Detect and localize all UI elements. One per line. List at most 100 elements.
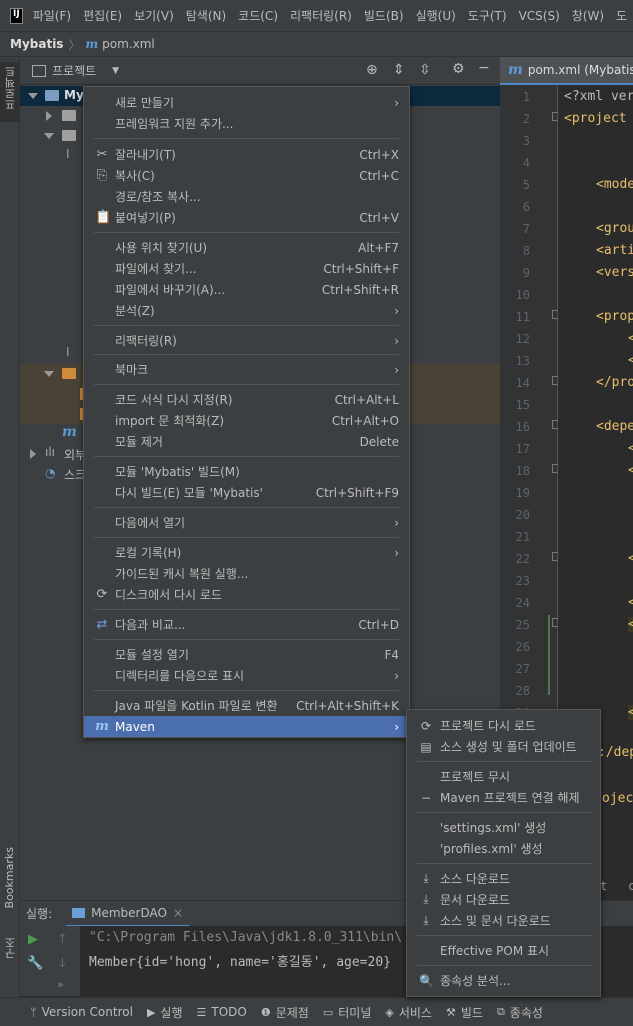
menu-view[interactable]: 보기(V) — [134, 7, 174, 24]
tool-dependencies[interactable]: ⧉ 종속성 — [497, 1004, 543, 1021]
bookmarks-tool-label[interactable]: Bookmarks — [3, 847, 16, 908]
module-folder-icon — [45, 90, 59, 101]
menu-refactor-label: 리팩터링(R) — [115, 334, 177, 348]
collapse-all-icon[interactable]: ⇳ — [419, 62, 431, 78]
menu-compare-with[interactable]: ⇄ 다음과 비교... Ctrl+D — [84, 614, 409, 635]
menu-separator — [94, 537, 399, 538]
hide-panel-icon[interactable]: − — [478, 60, 490, 76]
expand-arrow-icon[interactable] — [44, 371, 54, 377]
maven-reload-project[interactable]: ⟳ 프로젝트 다시 로드 — [407, 715, 600, 736]
menu-copy[interactable]: ⎘ 복사(C) Ctrl+C — [84, 165, 409, 186]
maven-download-both[interactable]: ⤓ 소스 및 문서 다운로드 — [407, 910, 600, 931]
code-line-14: </pro — [596, 375, 633, 390]
menu-paste[interactable]: 📋 붙여넣기(P) Ctrl+V — [84, 207, 409, 228]
maven-create-settings[interactable]: 'settings.xml' 생성 — [407, 817, 600, 838]
line-number: 22 — [515, 552, 530, 566]
menu-remove-module[interactable]: 모듈 제거 Delete — [84, 431, 409, 452]
menu-rebuild-module[interactable]: 다시 빌드(E) 모듈 'Mybatis' Ctrl+Shift+F9 — [84, 482, 409, 503]
menu-reformat[interactable]: 코드 서식 다시 지정(R) Ctrl+Alt+L — [84, 389, 409, 410]
maven-download-sources[interactable]: ⤓ 소스 다운로드 — [407, 868, 600, 889]
close-icon[interactable]: × — [173, 906, 183, 920]
menu-window[interactable]: 창(W) — [572, 7, 604, 24]
code-line-25: < — [628, 617, 633, 632]
wrench-icon[interactable]: 🔧 — [27, 956, 43, 971]
rerun-icon[interactable]: ▶ — [28, 932, 38, 947]
maven-create-profiles[interactable]: 'profiles.xml' 생성 — [407, 838, 600, 859]
menu-optimize-imports[interactable]: import 문 최적화(Z) Ctrl+Alt+O — [84, 410, 409, 431]
menu-refactor[interactable]: 리팩터링(R) › — [84, 330, 409, 351]
more-icon[interactable]: » — [57, 978, 64, 991]
project-panel-title[interactable]: 프로젝트 — [52, 62, 96, 79]
tool-services-label: 서비스 — [398, 1005, 432, 1020]
tool-services[interactable]: ◈ 서비스 — [385, 1004, 432, 1021]
editor-tab-pom[interactable]: m pom.xml (Mybatis) — [500, 57, 633, 85]
breadcrumb-file[interactable]: pom.xml — [102, 37, 155, 51]
menu-open-in[interactable]: 다음에서 열기 › — [84, 512, 409, 533]
menu-bookmarks[interactable]: 북마크 › — [84, 359, 409, 380]
menu-repair-cache[interactable]: 가이드된 캐시 복원 실행... — [84, 563, 409, 584]
menu-cut[interactable]: ✂ 잘라내기(T) Ctrl+X — [84, 144, 409, 165]
down-arrow-icon[interactable]: ↓ — [57, 956, 68, 971]
menu-add-framework[interactable]: 프레임워크 지원 추가... — [84, 113, 409, 134]
collapse-arrow-icon[interactable] — [46, 111, 52, 121]
breadcrumb-project[interactable]: Mybatis — [10, 37, 63, 51]
intellij-logo-icon[interactable]: IJ — [10, 7, 23, 24]
expand-arrow-icon[interactable] — [28, 93, 38, 99]
paste-icon: 📋 — [95, 210, 112, 225]
project-tool-button[interactable]: 프로젝트 — [0, 62, 19, 122]
locate-file-icon[interactable]: ⊕ — [366, 62, 378, 78]
tool-run[interactable]: ▶ 실행 — [147, 1004, 183, 1021]
line-number: 3 — [522, 134, 530, 148]
menu-paste-label: 붙여넣기(P) — [115, 211, 176, 225]
maven-generate-sources[interactable]: ▤ 소스 생성 및 폴더 업데이트 — [407, 736, 600, 757]
menu-file[interactable]: 파일(F) — [33, 7, 71, 24]
structure-tool-label[interactable]: 구조 — [3, 937, 19, 959]
menu-local-history[interactable]: 로컬 기록(H) › — [84, 542, 409, 563]
menu-run[interactable]: 실행(U) — [416, 7, 456, 24]
maven-effective-pom[interactable]: Effective POM 표시 — [407, 940, 600, 961]
maven-download-docs[interactable]: ⤓ 문서 다운로드 — [407, 889, 600, 910]
menu-vcs[interactable]: VCS(S) — [519, 9, 560, 23]
menu-maven[interactable]: m Maven › — [84, 716, 409, 737]
maven-unlink-project[interactable]: − Maven 프로젝트 연결 해제 — [407, 787, 600, 808]
gear-icon[interactable]: ⚙ — [452, 61, 465, 77]
menu-navigate[interactable]: 탐색(N) — [186, 7, 226, 24]
line-number: 5 — [522, 178, 530, 192]
menu-build-module[interactable]: 모듈 'Mybatis' 빌드(M) — [84, 461, 409, 482]
up-arrow-icon[interactable]: ↑ — [57, 932, 68, 947]
expand-all-icon[interactable]: ⇕ — [393, 62, 405, 78]
expand-arrow-icon[interactable] — [44, 133, 54, 139]
menu-replace-in-files[interactable]: 파일에서 바꾸기(A)... Ctrl+Shift+R — [84, 279, 409, 300]
maven-analyze-dependencies[interactable]: 🔍 종속성 분석... — [407, 970, 600, 991]
menu-find-usages[interactable]: 사용 위치 찾기(U) Alt+F7 — [84, 237, 409, 258]
menu-optimize-imports-shortcut: Ctrl+Alt+O — [331, 413, 399, 428]
menu-tools[interactable]: 도구(T) — [468, 7, 507, 24]
menu-build[interactable]: 빌드(B) — [364, 7, 404, 24]
menu-refactor[interactable]: 리팩터링(R) — [290, 7, 352, 24]
menu-separator — [94, 384, 399, 385]
tool-todo[interactable]: ☰ TODO — [197, 1005, 247, 1019]
collapse-arrow-icon[interactable] — [30, 449, 36, 459]
tree-fragment: I — [66, 147, 70, 161]
reload-icon: ⟳ — [96, 587, 108, 602]
menu-edit[interactable]: 편집(E) — [83, 7, 122, 24]
menu-reload-from-disk[interactable]: ⟳ 디스크에서 다시 로드 — [84, 584, 409, 605]
menu-analyze[interactable]: 분석(Z) › — [84, 300, 409, 321]
line-number: 15 — [515, 398, 530, 412]
tool-problems[interactable]: ❶ 문제점 — [261, 1004, 309, 1021]
menu-code[interactable]: 코드(C) — [238, 7, 278, 24]
chevron-down-icon[interactable]: ▼ — [112, 66, 119, 76]
menu-find-in-files[interactable]: 파일에서 찾기... Ctrl+Shift+F — [84, 258, 409, 279]
menu-convert-kotlin[interactable]: Java 파일을 Kotlin 파일로 변환 Ctrl+Alt+Shift+K — [84, 695, 409, 716]
submenu-arrow-icon: › — [394, 515, 399, 530]
tool-terminal[interactable]: ▭ 터미널 — [323, 1004, 372, 1021]
maven-ignore-projects[interactable]: 프로젝트 무시 — [407, 766, 600, 787]
menu-help[interactable]: 도 — [616, 7, 627, 24]
run-tab-memberdao[interactable]: MemberDAO × — [66, 901, 190, 927]
tool-build[interactable]: ⚒ 빌드 — [446, 1004, 483, 1021]
menu-new[interactable]: 새로 만들기 › — [84, 92, 409, 113]
tool-version-control[interactable]: ᛘ Version Control — [30, 1005, 133, 1019]
menu-module-settings[interactable]: 모듈 설정 열기 F4 — [84, 644, 409, 665]
menu-mark-directory[interactable]: 디렉터리를 다음으로 표시 › — [84, 665, 409, 686]
menu-copy-path[interactable]: 경로/참조 복사... — [84, 186, 409, 207]
